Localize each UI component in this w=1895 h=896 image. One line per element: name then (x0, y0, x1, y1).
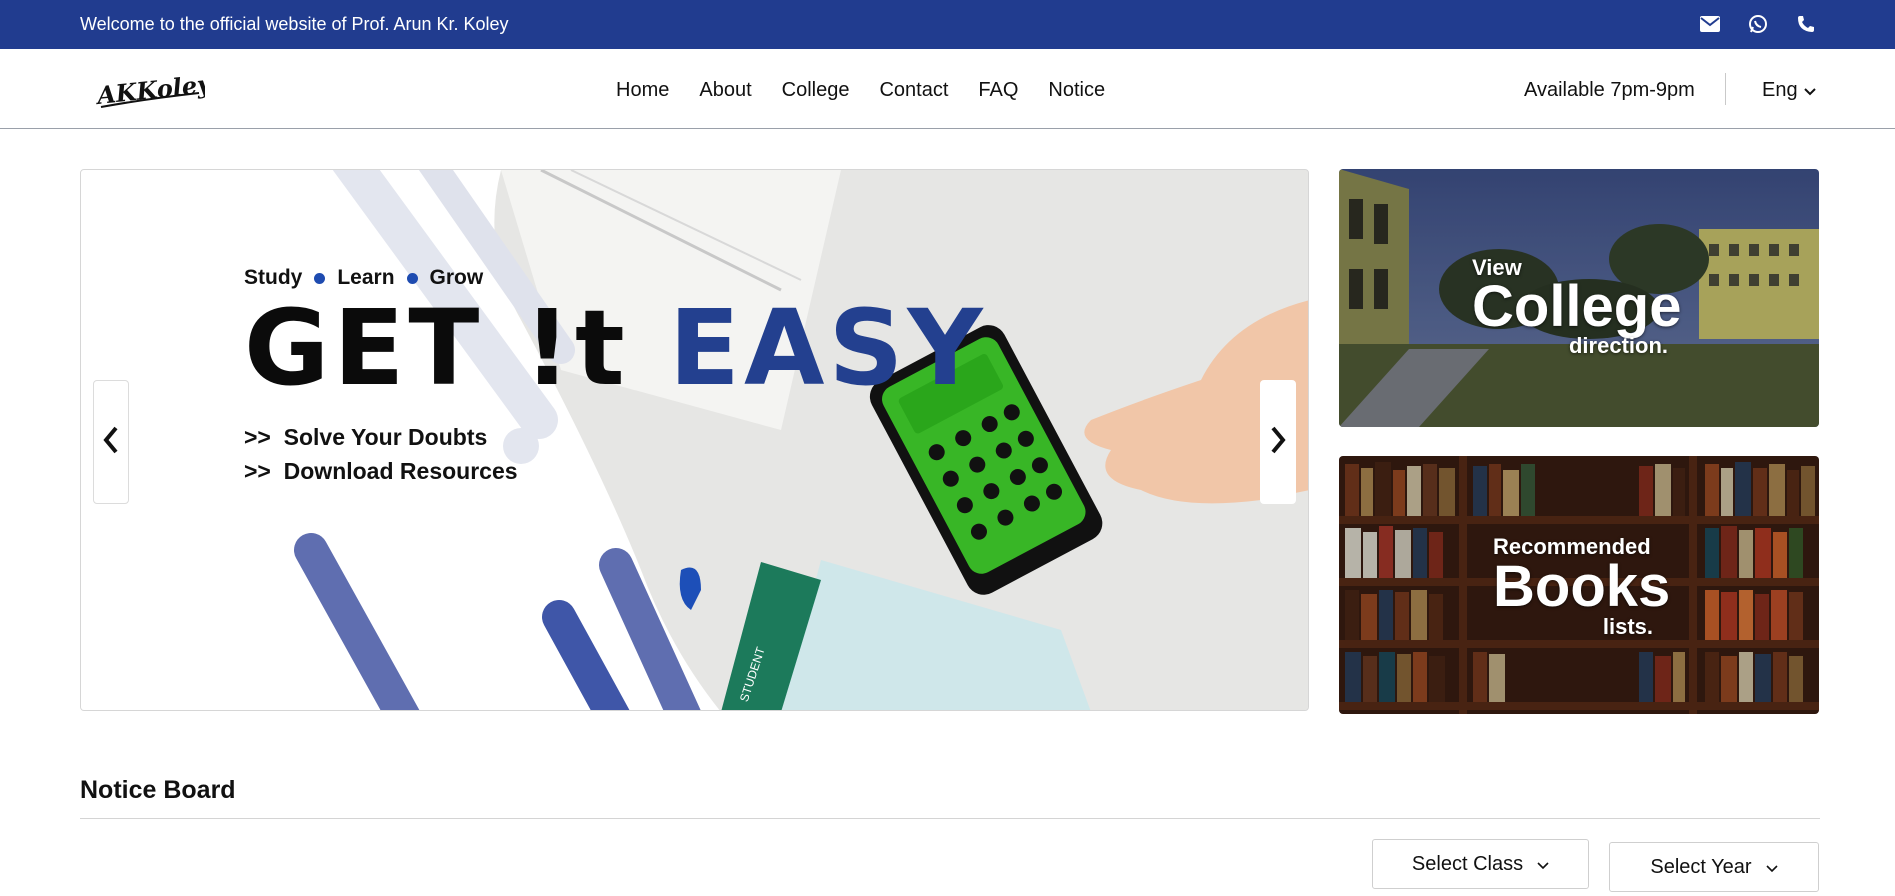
nav-faq[interactable]: FAQ (978, 79, 1018, 102)
select-class-label: Select Class (1411, 852, 1524, 875)
select-year-label: Select Year (1650, 855, 1752, 878)
chevron-down-icon (1803, 79, 1816, 102)
college-card-title: College (1472, 274, 1682, 339)
select-year-dropdown[interactable]: Select Year (1609, 842, 1819, 892)
books-card-title: Books (1493, 554, 1671, 619)
nav-notice[interactable]: Notice (1048, 79, 1105, 102)
main-menu: Home About College Contact FAQ Notice (616, 79, 1105, 102)
carousel-prev-button[interactable] (93, 380, 129, 504)
nav-home[interactable]: Home (616, 79, 669, 102)
college-card-text: View College direction. (1472, 255, 1682, 359)
books-card-text: Recommended Books lists. (1493, 534, 1671, 640)
chevron-down-icon (1537, 853, 1549, 876)
whatsapp-icon[interactable] (1747, 13, 1769, 35)
contact-icons (1699, 13, 1817, 35)
college-direction-card[interactable]: View College direction. (1339, 169, 1819, 427)
svg-text:AKKoley: AKKoley (95, 69, 205, 110)
hero-bullets: >> Solve Your Doubts >> Download Resourc… (244, 420, 987, 488)
headline-get-it: GET !t (244, 287, 629, 409)
main-navbar: AKKoley Home About College Contact FAQ N… (0, 49, 1895, 129)
notice-divider (80, 818, 1820, 819)
top-bar: Welcome to the official website of Prof.… (0, 0, 1895, 49)
phone-icon[interactable] (1795, 13, 1817, 35)
nav-college[interactable]: College (782, 79, 850, 102)
carousel-next-button[interactable] (1260, 380, 1296, 504)
notice-board-title: Notice Board (80, 776, 236, 804)
site-logo[interactable]: AKKoley (94, 69, 215, 113)
select-class-dropdown[interactable]: Select Class (1372, 839, 1589, 889)
hero-headline: GET !t EASY (244, 296, 987, 400)
nav-contact[interactable]: Contact (879, 79, 948, 102)
dot-icon (314, 272, 326, 284)
nav-about[interactable]: About (699, 79, 751, 102)
envelope-icon[interactable] (1699, 13, 1721, 35)
chevron-right-icon (1270, 426, 1286, 459)
availability-text: Available 7pm-9pm (1524, 79, 1695, 101)
dot-icon (406, 272, 418, 284)
headline-easy: EASY (668, 287, 987, 409)
welcome-message: Welcome to the official website of Prof.… (80, 14, 509, 34)
hero-carousel[interactable]: STUDENT Study Learn Grow GET !t EASY >> … (80, 169, 1309, 711)
nav-divider (1725, 73, 1726, 105)
recommended-books-card[interactable]: Recommended Books lists. (1339, 456, 1819, 714)
bullet-download-resources: >> Download Resources (244, 458, 518, 484)
bullet-solve-doubts: >> Solve Your Doubts (244, 424, 488, 450)
language-selector[interactable]: Eng (1762, 79, 1816, 102)
language-label: Eng (1762, 79, 1798, 101)
chevron-left-icon (103, 426, 119, 459)
chevron-down-icon (1766, 856, 1778, 879)
hero-text-block: Study Learn Grow GET !t EASY >> Solve Yo… (244, 266, 987, 488)
